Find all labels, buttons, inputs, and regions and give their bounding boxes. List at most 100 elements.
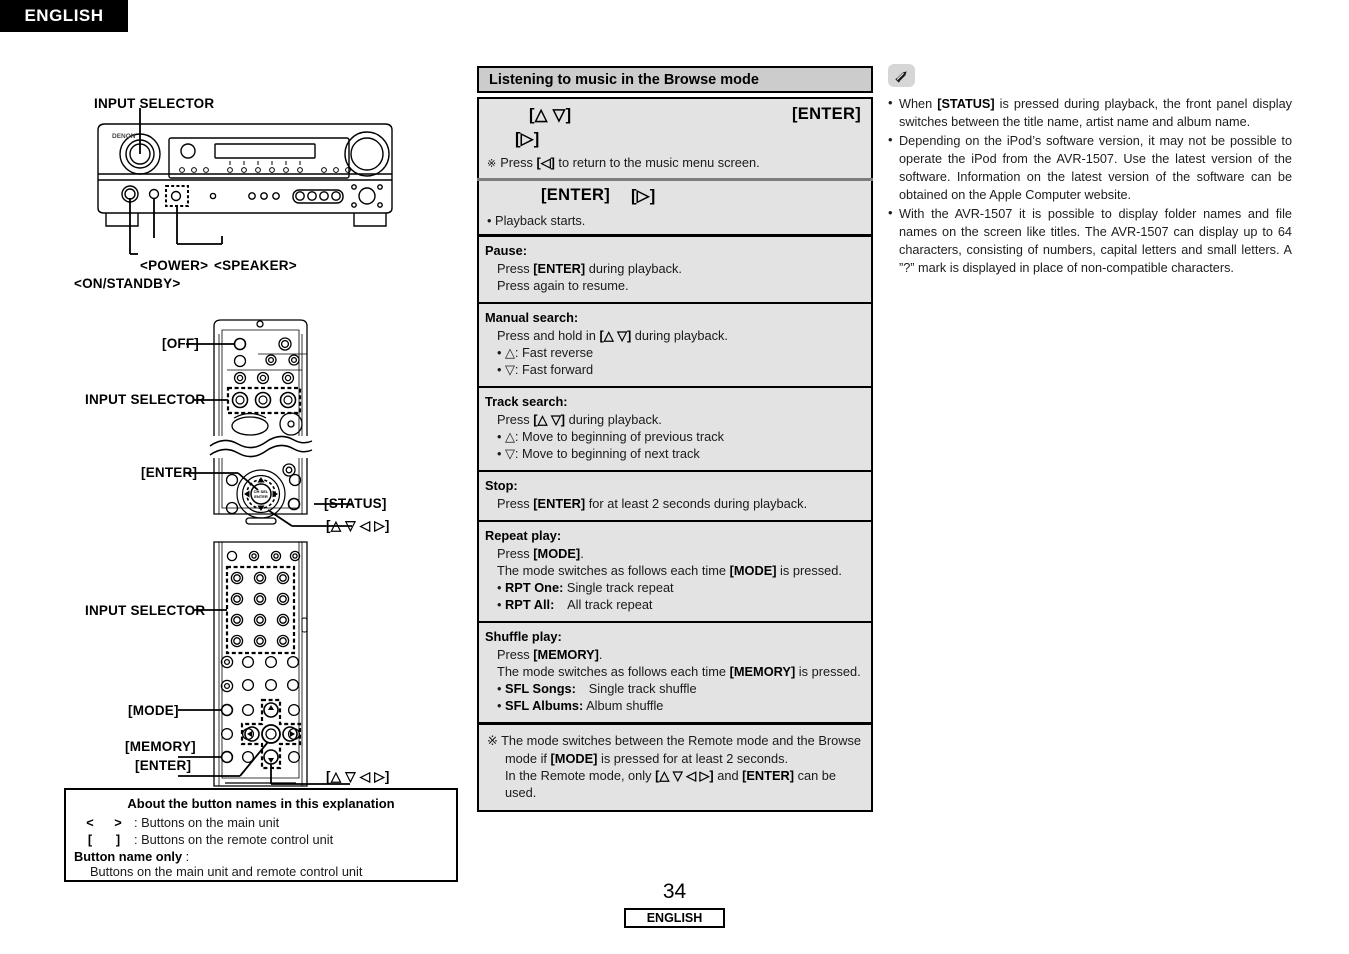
about-button-names-box: About the button names in this explanati… bbox=[64, 788, 458, 882]
angle-close-symbol: > bbox=[114, 815, 122, 830]
operation-text: The mode switches as follows each time bbox=[497, 563, 730, 579]
operation-title: Pause: bbox=[485, 243, 527, 258]
operation-block: Track search: Press [△ ▽] during playback… bbox=[477, 388, 873, 471]
about-row-remote-unit: [ ] : Buttons on the remote control unit bbox=[66, 831, 456, 848]
section-header: Listening to music in the Browse mode bbox=[477, 66, 873, 93]
operation-line: Press [MODE]. bbox=[485, 545, 861, 562]
operation-block-body: Stop: Press [ENTER] for at least 2 second… bbox=[479, 472, 871, 520]
key-name[interactable]: [MODE] bbox=[730, 563, 777, 578]
footer-language-label: ENGLISH bbox=[646, 911, 703, 925]
operation-text: Single track shuffle bbox=[575, 681, 697, 697]
operation-line: Press [△ ▽] during playback. bbox=[485, 411, 861, 428]
operation-text: Press again to resume. bbox=[497, 278, 629, 294]
key-left-1[interactable]: [◁] bbox=[537, 155, 555, 170]
operation-line: • RPT All: All track repeat bbox=[485, 596, 861, 613]
operation-text: • △: Move to beginning of previous track bbox=[497, 429, 725, 445]
operation-text: for at least 2 seconds during playback. bbox=[585, 496, 808, 512]
operation-block: Repeat play: Press [MODE]. The mode switch… bbox=[477, 522, 873, 622]
key-name[interactable]: [△ ▽] bbox=[599, 328, 631, 343]
operation-line: Press [ENTER] during playback. bbox=[485, 260, 861, 277]
step-2-keys: [ENTER] [▷] bbox=[479, 181, 871, 211]
label-enter-2: [ENTER] bbox=[135, 758, 192, 773]
about-row-main-unit: < > : Buttons on the main unit bbox=[66, 814, 456, 831]
language-tab: ENGLISH bbox=[0, 0, 128, 32]
about-button-name-only-colon: : bbox=[185, 848, 190, 864]
about-row-button-name-only: Button name only : bbox=[66, 849, 456, 864]
footnote-line-1: ※ The mode switches between the Remote m… bbox=[487, 732, 861, 749]
bracket-open-symbol: [ bbox=[87, 832, 93, 848]
label-power: <POWER> bbox=[140, 258, 209, 273]
operation-text: Press bbox=[497, 647, 534, 663]
key-name[interactable]: [ENTER] bbox=[533, 496, 585, 511]
remote-lower-svg bbox=[178, 541, 350, 787]
pencil-note-icon bbox=[888, 64, 915, 87]
key-right-2[interactable]: [▷] bbox=[631, 186, 656, 206]
note-item: With the AVR-1507 it is possible to disp… bbox=[888, 204, 1292, 277]
operation-block: Stop: Press [ENTER] for at least 2 second… bbox=[477, 472, 873, 521]
key-mode-footnote[interactable]: [MODE] bbox=[551, 751, 598, 766]
label-mode: [MODE] bbox=[128, 703, 179, 718]
operation-block-body: Pause: Press [ENTER] during playback. Pres… bbox=[479, 237, 871, 302]
footnote: ※ The mode switches between the Remote m… bbox=[479, 725, 871, 810]
key-enter-2[interactable]: [ENTER] bbox=[541, 186, 610, 205]
label-enter-1: [ENTER] bbox=[141, 465, 198, 480]
key-right-1[interactable]: [▷] bbox=[515, 129, 540, 149]
note-text: With the AVR-1507 it is possible to disp… bbox=[899, 207, 1292, 276]
label-status: [STATUS] bbox=[324, 496, 387, 511]
operation-line: Press [MEMORY]. bbox=[485, 646, 861, 663]
label-input-selector-remote-1: INPUT SELECTOR bbox=[85, 392, 206, 407]
operation-text: • ▽: Move to beginning of next track bbox=[497, 446, 700, 462]
main-unit-svg: DENON bbox=[97, 108, 393, 255]
operation-text: Single track repeat bbox=[563, 580, 674, 596]
operation-block: Shuffle play: Press [MEMORY]. The mode swi… bbox=[477, 623, 873, 723]
key-name[interactable]: RPT All: bbox=[505, 597, 554, 612]
input-selector-highlight-lower bbox=[225, 565, 296, 655]
key-cursor-footnote[interactable]: [△ ▽ ◁ ▷] bbox=[655, 768, 714, 783]
footnote-line-3b: and bbox=[713, 767, 743, 783]
operation-block: Manual search: Press and hold in [△ ▽] du… bbox=[477, 304, 873, 387]
operation-text: during playback. bbox=[631, 328, 728, 344]
key-name[interactable]: [MODE] bbox=[533, 546, 580, 561]
step-2-panel: [ENTER] [▷] • Playback starts. bbox=[477, 181, 873, 234]
operation-text: • bbox=[497, 580, 506, 596]
about-row-remote-unit-text: : Buttons on the remote control unit bbox=[134, 832, 334, 848]
key-name[interactable]: [STATUS] bbox=[937, 97, 994, 111]
operation-block-body: Track search: Press [△ ▽] during playback… bbox=[479, 388, 871, 470]
key-up-down-1[interactable]: [△ ▽] bbox=[529, 105, 571, 125]
operation-title: Track search: bbox=[485, 394, 568, 410]
operation-text: Press and hold in bbox=[497, 328, 600, 344]
operation-line: Press again to resume. bbox=[485, 277, 861, 294]
operation-line: • ▽: Fast forward bbox=[485, 361, 861, 378]
step-1-keys: [△ ▽] [▷] [ENTER] bbox=[479, 99, 871, 153]
key-name[interactable]: RPT One: bbox=[505, 580, 563, 595]
operation-line: • SFL Songs: Single track shuffle bbox=[485, 680, 861, 697]
operation-text: during playback. bbox=[585, 261, 682, 277]
operation-block-body: Shuffle play: Press [MEMORY]. The mode swi… bbox=[479, 623, 871, 722]
key-name[interactable]: [△ ▽] bbox=[533, 412, 565, 427]
notes-list: When [STATUS] is pressed during playback… bbox=[888, 94, 1292, 277]
footer-language-box: ENGLISH bbox=[624, 908, 725, 928]
footnote-line-2: mode if [MODE] is pressed for at least 2… bbox=[487, 750, 861, 767]
label-on-standby: <ON/STANDBY> bbox=[74, 276, 181, 291]
label-input-selector-remote-2: INPUT SELECTOR bbox=[85, 603, 206, 618]
operation-line: • △: Move to beginning of previous track bbox=[485, 428, 861, 445]
notes-list-container: When [STATUS] is pressed during playback… bbox=[888, 94, 1292, 277]
key-name[interactable]: [MEMORY] bbox=[533, 647, 599, 662]
operation-line: • △: Fast reverse bbox=[485, 344, 861, 361]
key-name[interactable]: [MEMORY] bbox=[730, 664, 796, 679]
operation-text: during playback. bbox=[565, 412, 662, 428]
operation-text: Album shuffle bbox=[583, 698, 664, 714]
operation-line: The mode switches as follows each time [… bbox=[485, 663, 861, 680]
footnote-panel: ※ The mode switches between the Remote m… bbox=[477, 725, 873, 813]
note-text: When bbox=[899, 97, 938, 111]
key-enter-footnote[interactable]: [ENTER] bbox=[742, 768, 794, 783]
key-name[interactable]: SFL Albums: bbox=[505, 698, 583, 713]
about-button-name-only-label: Button name only bbox=[74, 848, 183, 864]
operation-text: • bbox=[497, 698, 506, 714]
key-name[interactable]: [ENTER] bbox=[533, 261, 585, 276]
footnote-line-1-text: The mode switches between the Remote mod… bbox=[501, 733, 861, 749]
operation-block-body: Repeat play: Press [MODE]. The mode switch… bbox=[479, 522, 871, 621]
key-name[interactable]: SFL Songs: bbox=[505, 681, 576, 696]
operation-text: All track repeat bbox=[554, 597, 653, 613]
key-enter-1[interactable]: [ENTER] bbox=[792, 105, 861, 124]
